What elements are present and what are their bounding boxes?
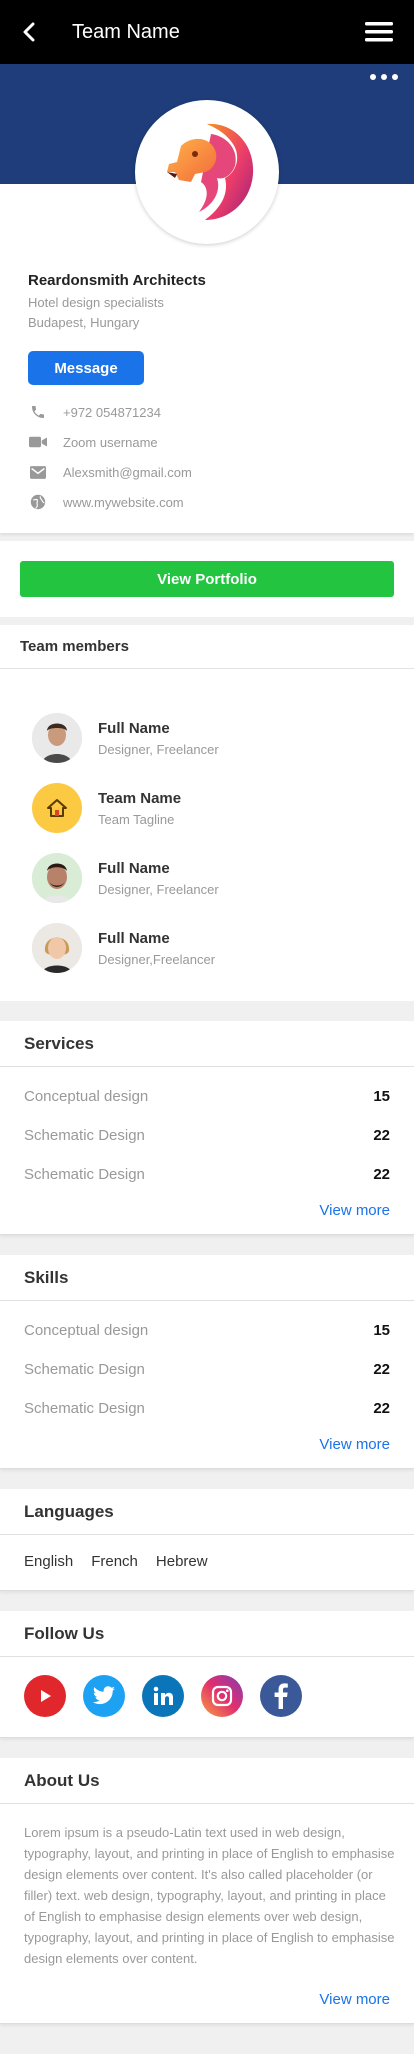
avatar: [32, 713, 82, 763]
item-label: Schematic Design: [24, 1361, 145, 1378]
house-icon: [47, 799, 67, 817]
team-member[interactable]: Team Name Team Tagline: [32, 773, 414, 843]
item-value: 22: [373, 1166, 390, 1183]
contact-text: Alexsmith@gmail.com: [63, 464, 192, 480]
list-item: Conceptual design 15: [24, 1077, 390, 1116]
languages-list: English French Hebrew: [0, 1535, 414, 1590]
languages-card: Languages English French Hebrew: [0, 1489, 414, 1591]
team-member[interactable]: Full Name Designer, Freelancer: [32, 703, 414, 773]
languages-heading: Languages: [0, 1489, 414, 1535]
mail-icon: [28, 462, 48, 482]
company-tagline: Hotel design specialists: [28, 295, 164, 310]
contact-list: +972 054871234 Zoom username Alexsmith@g…: [28, 397, 386, 517]
item-value: 15: [373, 1088, 390, 1105]
skills-list: Conceptual design 15 Schematic Design 22 S…: [0, 1301, 414, 1428]
member-name: Full Name: [98, 859, 170, 877]
member-role: Designer,Freelancer: [98, 951, 216, 967]
portfolio-section: View Portfolio: [0, 541, 414, 617]
profile-banner: [0, 64, 414, 244]
item-label: Conceptual design: [24, 1322, 149, 1339]
team-member[interactable]: Full Name Designer,Freelancer: [32, 913, 414, 983]
contact-text: +972 054871234: [63, 404, 161, 420]
video-camera-icon: [28, 432, 48, 452]
contact-website[interactable]: www.mywebsite.com: [28, 487, 386, 517]
services-card: Services Conceptual design 15 Schematic D…: [0, 1021, 414, 1235]
language-item: Hebrew: [155, 1553, 208, 1570]
member-name: Team Name: [98, 789, 182, 807]
team-members-section: Team members Full Name Designer, Freelan…: [0, 625, 414, 1001]
phone-icon: [28, 402, 48, 422]
view-portfolio-button[interactable]: View Portfolio: [20, 561, 394, 597]
item-value: 22: [373, 1127, 390, 1144]
about-view-more-link[interactable]: View more: [0, 1983, 414, 2023]
list-item: Schematic Design 22: [24, 1116, 390, 1155]
language-item: French: [91, 1553, 138, 1570]
follow-us-card: Follow Us: [0, 1611, 414, 1738]
social-links: [0, 1657, 414, 1737]
linkedin-icon[interactable]: [142, 1675, 184, 1717]
youtube-icon[interactable]: [24, 1675, 66, 1717]
team-list: Full Name Designer, Freelancer Team Name…: [0, 669, 414, 983]
skills-view-more-link[interactable]: View more: [0, 1428, 414, 1468]
language-item: English: [24, 1553, 74, 1570]
page-title: Team Name: [72, 20, 180, 43]
company-name: Reardonsmith Architects: [28, 272, 206, 289]
globe-icon: [28, 492, 48, 512]
lion-logo-icon: [167, 123, 254, 220]
about-us-heading: About Us: [0, 1758, 414, 1804]
services-heading: Services: [0, 1021, 414, 1067]
item-value: 15: [373, 1322, 390, 1339]
item-label: Schematic Design: [24, 1127, 145, 1144]
company-logo: [135, 100, 279, 244]
member-role: Team Tagline: [98, 811, 175, 827]
member-role: Designer, Freelancer: [98, 741, 219, 757]
member-name: Full Name: [98, 719, 170, 737]
avatar: [32, 783, 82, 833]
about-us-card: About Us Lorem ipsum is a pseudo-Latin t…: [0, 1758, 414, 2024]
about-us-text: Lorem ipsum is a pseudo-Latin text used …: [24, 1825, 395, 1966]
more-dots-icon: [370, 74, 376, 80]
contact-text: Zoom username: [63, 434, 158, 450]
team-members-heading: Team members: [0, 625, 414, 669]
contact-zoom[interactable]: Zoom username: [28, 427, 386, 457]
item-value: 22: [373, 1361, 390, 1378]
skills-heading: Skills: [0, 1255, 414, 1301]
list-item: Schematic Design 22: [24, 1155, 390, 1194]
menu-button[interactable]: [364, 17, 394, 47]
skills-card: Skills Conceptual design 15 Schematic Des…: [0, 1255, 414, 1469]
chevron-left-icon: [23, 22, 35, 42]
team-member[interactable]: Full Name Designer, Freelancer: [32, 843, 414, 913]
services-view-more-link[interactable]: View more: [0, 1194, 414, 1234]
contact-text: www.mywebsite.com: [63, 494, 184, 510]
contact-email[interactable]: Alexsmith@gmail.com: [28, 457, 386, 487]
item-label: Conceptual design: [24, 1088, 149, 1105]
message-button[interactable]: Message: [28, 351, 144, 385]
list-item: Schematic Design 22: [24, 1389, 390, 1428]
member-name: Full Name: [98, 929, 170, 947]
item-label: Schematic Design: [24, 1166, 145, 1183]
company-location: Budapest, Hungary: [28, 315, 140, 330]
twitter-icon[interactable]: [83, 1675, 125, 1717]
member-role: Designer, Freelancer: [98, 881, 219, 897]
hamburger-icon: [365, 22, 393, 42]
contact-phone[interactable]: +972 054871234: [28, 397, 386, 427]
more-options-button[interactable]: [370, 74, 398, 80]
avatar: [32, 923, 82, 973]
facebook-icon[interactable]: [260, 1675, 302, 1717]
follow-us-heading: Follow Us: [0, 1611, 414, 1657]
list-item: Conceptual design 15: [24, 1311, 390, 1350]
item-label: Schematic Design: [24, 1400, 145, 1417]
instagram-icon[interactable]: [201, 1675, 243, 1717]
item-value: 22: [373, 1400, 390, 1417]
list-item: Schematic Design 22: [24, 1350, 390, 1389]
back-button[interactable]: [20, 14, 56, 50]
avatar: [32, 853, 82, 903]
services-list: Conceptual design 15 Schematic Design 22 S…: [0, 1067, 414, 1194]
top-app-bar: Team Name: [0, 0, 414, 64]
